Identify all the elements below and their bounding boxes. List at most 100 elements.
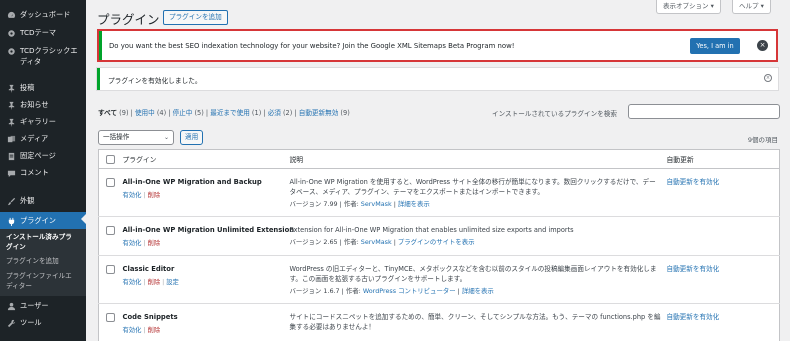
table-header-row: プラグイン 説明 自動更新 [98,149,780,169]
plugin-site-link[interactable]: プラグインのサイトを表示 [398,238,475,246]
sidebar-item-label: 投稿 [20,83,35,92]
plugin-name: All-in-One WP Migration Unlimited Extens… [122,226,295,234]
details-link[interactable]: 詳細を表示 [462,287,494,295]
add-plugin-button[interactable]: プラグインを追加 [163,10,228,25]
plugin-name: Code Snippets [122,313,178,321]
sidebar-item-users[interactable]: ユーザー [0,300,86,313]
author-label: 作者: [343,238,359,246]
activate-link[interactable]: 有効化 [123,327,142,334]
plugin-name: Classic Editor [122,265,175,273]
plugins-submenu: インストール済みプラグイン プラグインを追加 プラグインファイルエディター [0,229,86,296]
filter-inactive[interactable]: 停止中 [173,109,193,117]
filter-auto-update-disabled[interactable]: 自動更新無効 [299,109,339,117]
select-all-checkbox[interactable] [106,154,115,164]
sidebar-item-label: TCDクラシックエディタ [20,46,78,66]
close-icon[interactable]: × [757,40,768,51]
sidebar-item-plugins[interactable]: プラグイン [0,212,86,229]
column-header-plugin[interactable]: プラグイン [122,149,290,169]
settings-link[interactable]: 設定 [166,279,179,286]
delete-link[interactable]: 削除 [148,327,161,334]
author-link[interactable]: ServMask [361,200,392,208]
wrench-icon [6,318,16,328]
sidebar-item-label: 固定ページ [20,151,56,160]
filter-must-use[interactable]: 必須 [268,109,281,117]
gear-icon [6,46,16,56]
filter-active[interactable]: 使用中 [135,109,155,117]
plugin-description: サイトにコードスニペットを追加するための、簡単、クリーン、そしてシンプルな方法。… [289,313,661,331]
sidebar-item-tcd-theme[interactable]: TCDテーマ [0,27,86,40]
details-link[interactable]: 詳細を表示 [398,200,430,208]
enable-auto-update-link[interactable]: 自動更新を有効化 [667,264,780,274]
filter-count: (4) [156,109,167,117]
filter-count: (2) [282,109,293,117]
row-checkbox[interactable] [106,265,115,274]
dismiss-icon[interactable]: × [764,74,772,82]
join-beta-button[interactable]: Yes, I am in [690,38,740,54]
comment-icon [6,168,16,178]
bulk-action-select[interactable]: 一括操作 ⌄ [98,130,174,145]
page-title: プラグイン [97,12,160,27]
brush-icon [6,196,16,206]
row-checkbox[interactable] [106,313,115,322]
submenu-plugin-file-editor[interactable]: プラグインファイルエディター [0,271,80,291]
sidebar-item-pages[interactable]: 固定ページ [0,150,86,163]
sidebar-item-label: コメント [20,168,49,177]
sidebar-item-comments[interactable]: コメント [0,167,86,180]
sidebar-item-label: プラグイン [20,216,56,225]
sidebar-item-posts[interactable]: 投稿 [0,82,86,95]
author-link[interactable]: WordPress コントリビューター [363,287,456,295]
items-count: 9個の項目 [747,136,778,144]
submenu-installed-plugins[interactable]: インストール済みプラグイン [0,232,80,252]
author-label: 作者: [345,287,361,295]
plugin-version: バージョン 7.99 [289,200,338,208]
filter-count: (9) [340,109,350,117]
screen-options-button[interactable]: 表示オプション ▾ [656,0,721,14]
sidebar-item-label: 外観 [20,196,35,205]
delete-link[interactable]: 削除 [148,240,161,247]
filter-all[interactable]: すべて [98,109,117,117]
sidebar-item-appearance[interactable]: 外観 [0,195,86,208]
sidebar-item-label: TCDテーマ [20,28,57,37]
sidebar-item-label: メディア [20,134,49,143]
row-actions: 有効化 | 削除 [122,240,161,247]
plugin-search-input[interactable] [628,104,780,119]
author-link[interactable]: ServMask [361,238,392,246]
row-actions: 有効化 | 削除 | 設定 [122,279,179,286]
plugin-name: All-in-One WP Migration and Backup [122,178,262,186]
filter-count: (5) [194,109,204,117]
plugin-meta: バージョン 1.6.7 | 作者: WordPress コントリビューター | … [289,287,494,295]
submenu-add-plugin[interactable]: プラグインを追加 [0,256,86,266]
table-row: Code Snippets 有効化 | 削除 サイトにコードスニペットを追加する… [98,303,780,341]
delete-link[interactable]: 削除 [148,192,161,199]
pin-icon [6,117,16,127]
pin-icon [6,83,16,93]
enable-auto-update-link[interactable]: 自動更新を有効化 [667,312,780,322]
plugin-version: バージョン 1.6.7 [289,287,340,295]
sidebar-item-label: お知らせ [20,100,49,109]
sitemaps-beta-notice: Do you want the best SEO indexation tech… [97,29,778,62]
user-icon [6,301,16,311]
plugin-meta: バージョン 2.65 | 作者: ServMask | プラグインのサイトを表示 [289,238,475,246]
delete-link[interactable]: 削除 [148,279,161,286]
plugin-description: All-in-One WP Migration を使用すると、WordPress… [289,178,656,196]
notice-message: Do you want the best SEO indexation tech… [109,42,515,50]
row-checkbox[interactable] [106,226,115,235]
sidebar-item-media[interactable]: メディア [0,133,86,146]
activate-link[interactable]: 有効化 [123,192,142,199]
sidebar-item-tools[interactable]: ツール [0,317,86,330]
sidebar-item-gallery[interactable]: ギャラリー [0,116,86,129]
activate-link[interactable]: 有効化 [123,240,142,247]
help-button[interactable]: ヘルプ ▾ [732,0,771,14]
activate-link[interactable]: 有効化 [123,279,142,286]
sidebar-item-label: ユーザー [20,301,49,310]
column-header-auto-update: 自動更新 [666,149,780,169]
enable-auto-update-link[interactable]: 自動更新を有効化 [667,177,780,187]
author-label: 作者: [343,200,359,208]
apply-button[interactable]: 適用 [180,130,204,145]
row-checkbox[interactable] [106,178,115,187]
filter-recently-active[interactable]: 最近まで使用 [210,109,250,117]
sidebar-item-dashboard[interactable]: ダッシュボード [0,9,86,22]
pin-icon [6,100,16,110]
sidebar-item-news[interactable]: お知らせ [0,99,86,112]
sidebar-item-tcd-classic[interactable]: TCDクラシックエディタ [0,45,86,69]
